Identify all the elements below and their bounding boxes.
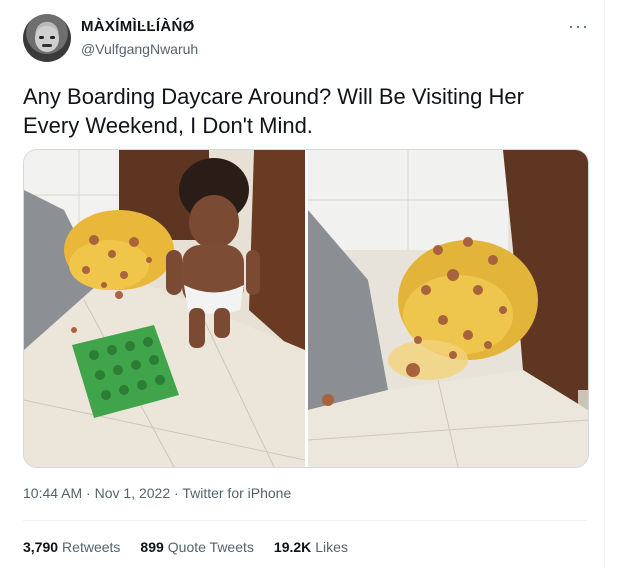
avatar-eye-left — [39, 36, 44, 39]
tweet-text: Any Boarding Daycare Around? Will Be Vis… — [23, 84, 524, 138]
tweet-stats: 3,790 Retweets 899 Quote Tweets 19.2K Likes — [23, 539, 348, 555]
tweet-date[interactable]: Nov 1, 2022 — [95, 485, 171, 501]
tweet-meta: 10:44 AM · Nov 1, 2022 · Twitter for iPh… — [23, 485, 291, 501]
likes-label: Likes — [315, 539, 348, 555]
retweets-stat[interactable]: 3,790 Retweets — [23, 539, 120, 555]
avatar[interactable] — [23, 14, 71, 62]
quote-tweets-count: 899 — [140, 539, 164, 555]
avatar-mouth — [42, 44, 52, 47]
avatar-face — [35, 26, 59, 52]
photo-toddler-eggs[interactable] — [24, 150, 305, 467]
tweet-source[interactable]: Twitter for iPhone — [182, 485, 291, 501]
divider — [23, 520, 587, 521]
likes-stat[interactable]: 19.2K Likes — [274, 539, 348, 555]
tweet-media[interactable] — [23, 149, 589, 468]
tweet-time[interactable]: 10:44 AM — [23, 485, 82, 501]
meta-separator: · — [170, 485, 183, 501]
retweets-count: 3,790 — [23, 539, 59, 555]
quote-tweets-stat[interactable]: 899 Quote Tweets — [140, 539, 254, 555]
author-display-name[interactable]: MÀXÍMÌĿĿÍÀŃØ — [81, 18, 195, 35]
avatar-eye-right — [50, 36, 55, 39]
meta-separator: · — [82, 485, 95, 501]
more-icon[interactable]: ··· — [568, 16, 589, 37]
quote-tweets-label: Quote Tweets — [167, 539, 254, 555]
author-handle[interactable]: @VulfgangNwaruh — [81, 41, 198, 57]
photo-egg-mess[interactable] — [308, 150, 588, 467]
likes-count: 19.2K — [273, 539, 312, 555]
tweet-card: MÀXÍMÌĿĿÍÀŃØ @VulfgangNwaruh ··· Any Boa… — [0, 0, 605, 568]
retweets-label: Retweets — [62, 539, 121, 555]
